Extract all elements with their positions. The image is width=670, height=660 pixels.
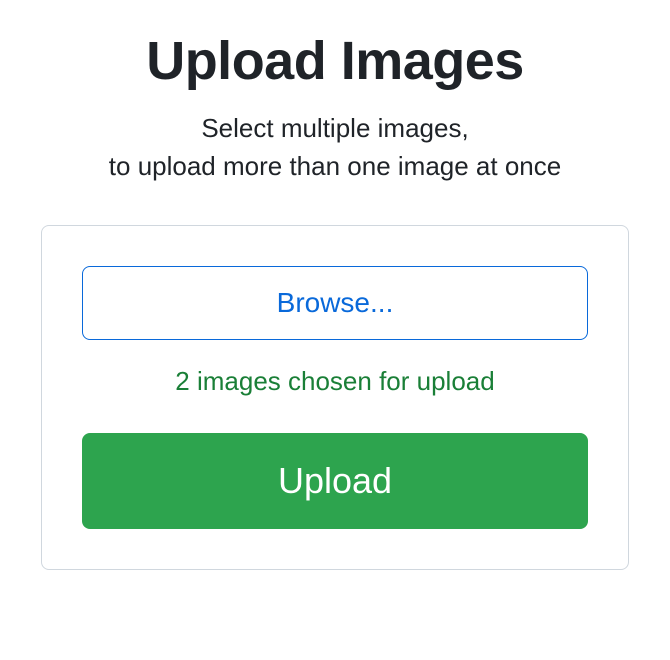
upload-button[interactable]: Upload (82, 433, 588, 529)
subtitle-line-1: Select multiple images, (201, 113, 468, 143)
upload-status-text: 2 images chosen for upload (175, 366, 494, 397)
subtitle-line-2: to upload more than one image at once (109, 151, 561, 181)
upload-card: Browse... 2 images chosen for upload Upl… (41, 225, 629, 570)
page-title: Upload Images (146, 30, 524, 92)
page-subtitle: Select multiple images, to upload more t… (109, 110, 561, 185)
browse-button[interactable]: Browse... (82, 266, 588, 340)
